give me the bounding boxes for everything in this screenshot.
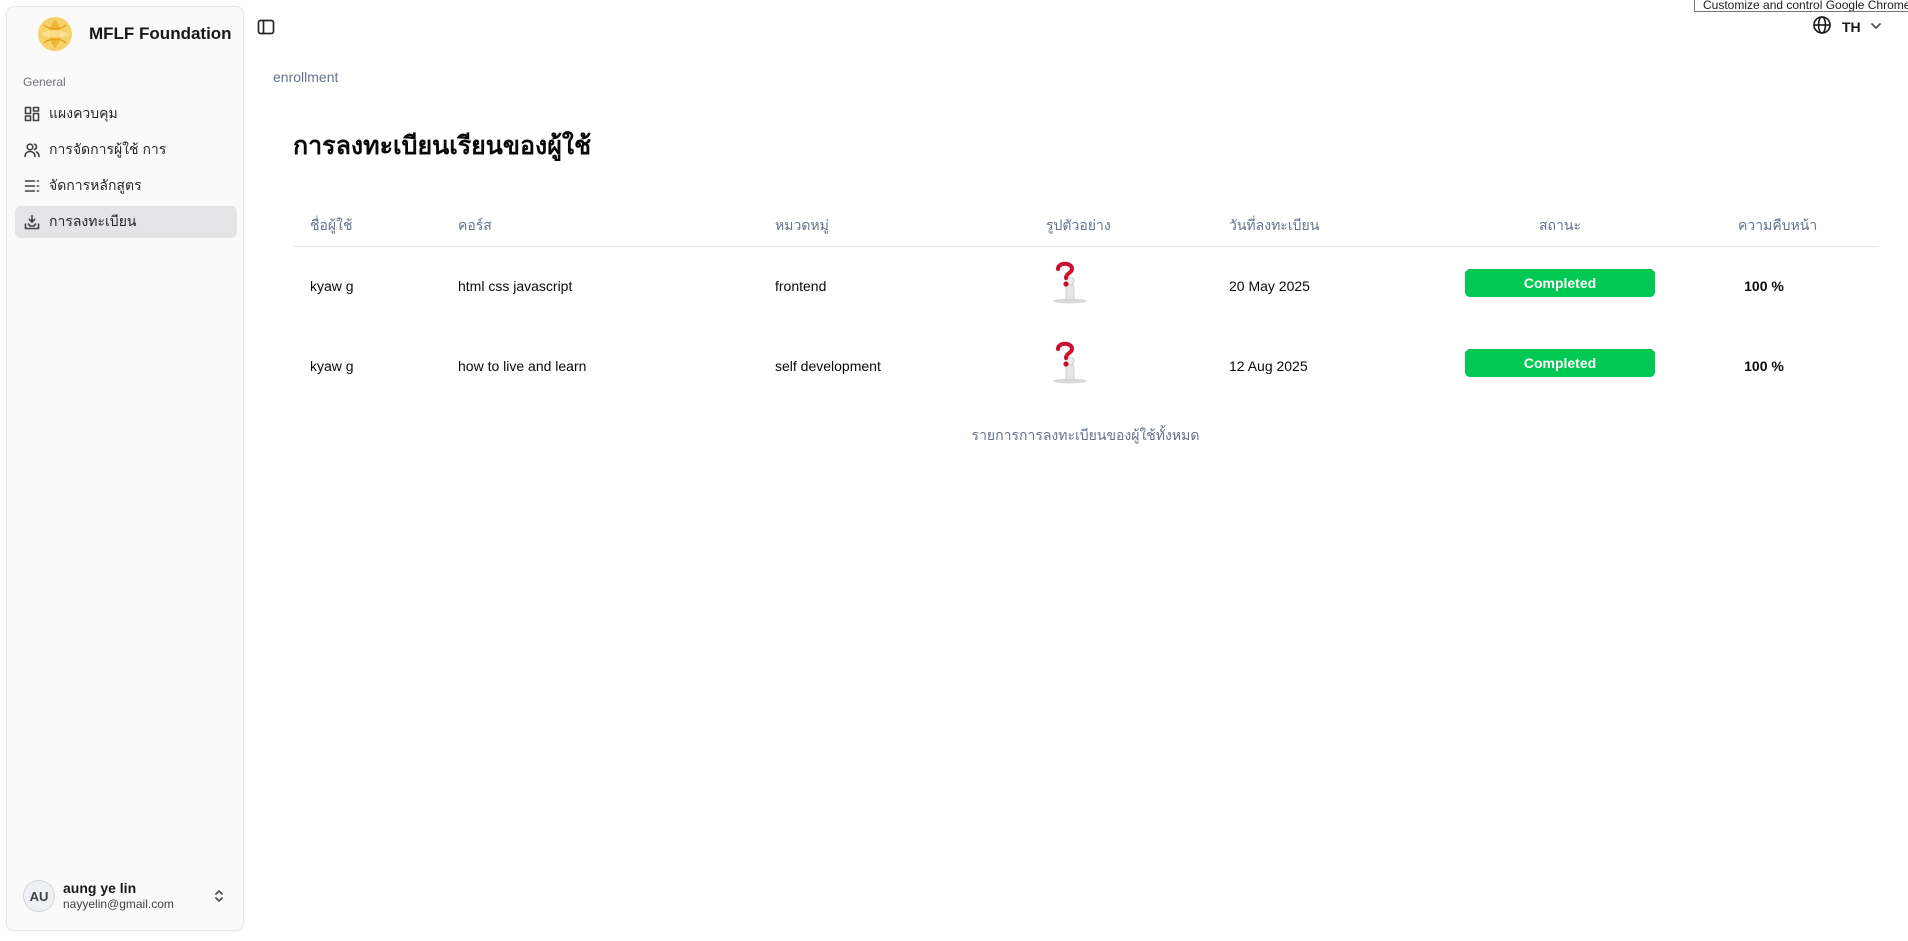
panel-left-icon: [257, 19, 275, 35]
chevrons-up-down-icon: [211, 888, 227, 904]
column-header-enroll-date: วันที่ลงทะเบียน: [1229, 217, 1320, 233]
cell-course: html css javascript: [458, 278, 573, 294]
language-code: TH: [1842, 19, 1861, 35]
column-header-status: สถานะ: [1539, 217, 1581, 233]
brand[interactable]: MFLF Foundation: [33, 12, 232, 56]
app-root: MFLF Foundation General แผงควบคุม การจัด…: [0, 0, 1908, 941]
foundation-logo-icon: [38, 17, 72, 51]
cell-user: kyaw g: [310, 278, 354, 294]
browser-tooltip: Customize and control Google Chrome: [1694, 0, 1908, 12]
user-info: aung ye lin nayyelin@gmail.com: [63, 880, 174, 913]
cell-course: how to live and learn: [458, 358, 587, 374]
table-caption: รายการการลงทะเบียนของผู้ใช้ทั้งหมด: [971, 427, 1200, 443]
table-header: ชื่อผู้ใช้ คอร์ส หมวดหมู่ รูปตัวอย่าง วั…: [293, 204, 1878, 247]
list-icon: [23, 177, 41, 195]
table-row[interactable]: kyaw g html css javascript frontend 20 M…: [293, 247, 1878, 327]
sidebar-nav: แผงควบคุม การจัดการผู้ใช้ การ จัดการหลัก…: [15, 98, 237, 242]
avatar: AU: [23, 880, 55, 912]
column-header-progress: ความคืบหน้า: [1738, 217, 1818, 233]
cell-progress: 100 %: [1744, 278, 1784, 294]
page-title: การลงทะเบียนเรียนของผู้ใช้: [293, 132, 592, 160]
cell-category: self development: [775, 358, 881, 374]
sidebar-item-label: แผงควบคุม: [49, 105, 118, 121]
sidebar-item-label: การจัดการผู้ใช้ การ: [49, 141, 167, 157]
sidebar-item-enrollment[interactable]: การลงทะเบียน: [15, 206, 237, 238]
column-header-user: ชื่อผู้ใช้: [310, 217, 353, 233]
sidebar: MFLF Foundation General แผงควบคุม การจัด…: [6, 6, 244, 931]
user-menu[interactable]: AU aung ye lin nayyelin@gmail.com: [15, 872, 237, 920]
cell-enroll-date: 20 May 2025: [1229, 278, 1310, 294]
column-header-category: หมวดหมู่: [775, 217, 829, 233]
user-name: aung ye lin: [63, 879, 137, 896]
globe-icon: [1812, 15, 1832, 40]
course-thumbnail-image[interactable]: [1045, 339, 1095, 385]
cell-user: kyaw g: [310, 358, 354, 374]
brand-name: MFLF Foundation: [89, 24, 232, 43]
cell-progress: 100 %: [1744, 358, 1784, 374]
column-header-thumbnail: รูปตัวอย่าง: [1046, 217, 1111, 233]
breadcrumb[interactable]: enrollment: [273, 69, 338, 85]
column-header-course: คอร์ส: [458, 217, 492, 233]
table-row[interactable]: kyaw g how to live and learn self develo…: [293, 327, 1878, 407]
dashboard-icon: [23, 105, 41, 123]
course-thumbnail-image[interactable]: [1045, 259, 1095, 305]
status-badge: Completed: [1465, 269, 1655, 297]
user-email: nayyelin@gmail.com: [63, 897, 174, 912]
sidebar-item-dashboard[interactable]: แผงควบคุม: [15, 98, 237, 130]
sidebar-item-user-management[interactable]: การจัดการผู้ใช้ การ: [15, 134, 237, 166]
sidebar-item-course-management[interactable]: จัดการหลักสูตร: [15, 170, 237, 202]
enrollment-table: ชื่อผู้ใช้ คอร์ส หมวดหมู่ รูปตัวอย่าง วั…: [293, 204, 1878, 407]
sidebar-group-label: General: [23, 75, 66, 89]
sidebar-toggle-button[interactable]: [257, 18, 277, 38]
inbox-download-icon: [23, 213, 41, 231]
sidebar-item-label: การลงทะเบียน: [49, 213, 137, 229]
language-switcher[interactable]: TH: [1812, 15, 1883, 40]
cell-category: frontend: [775, 278, 827, 294]
sidebar-item-label: จัดการหลักสูตร: [49, 177, 142, 193]
status-badge: Completed: [1465, 349, 1655, 377]
users-icon: [23, 141, 41, 159]
cell-enroll-date: 12 Aug 2025: [1229, 358, 1308, 374]
chevron-down-icon: [1861, 16, 1883, 38]
